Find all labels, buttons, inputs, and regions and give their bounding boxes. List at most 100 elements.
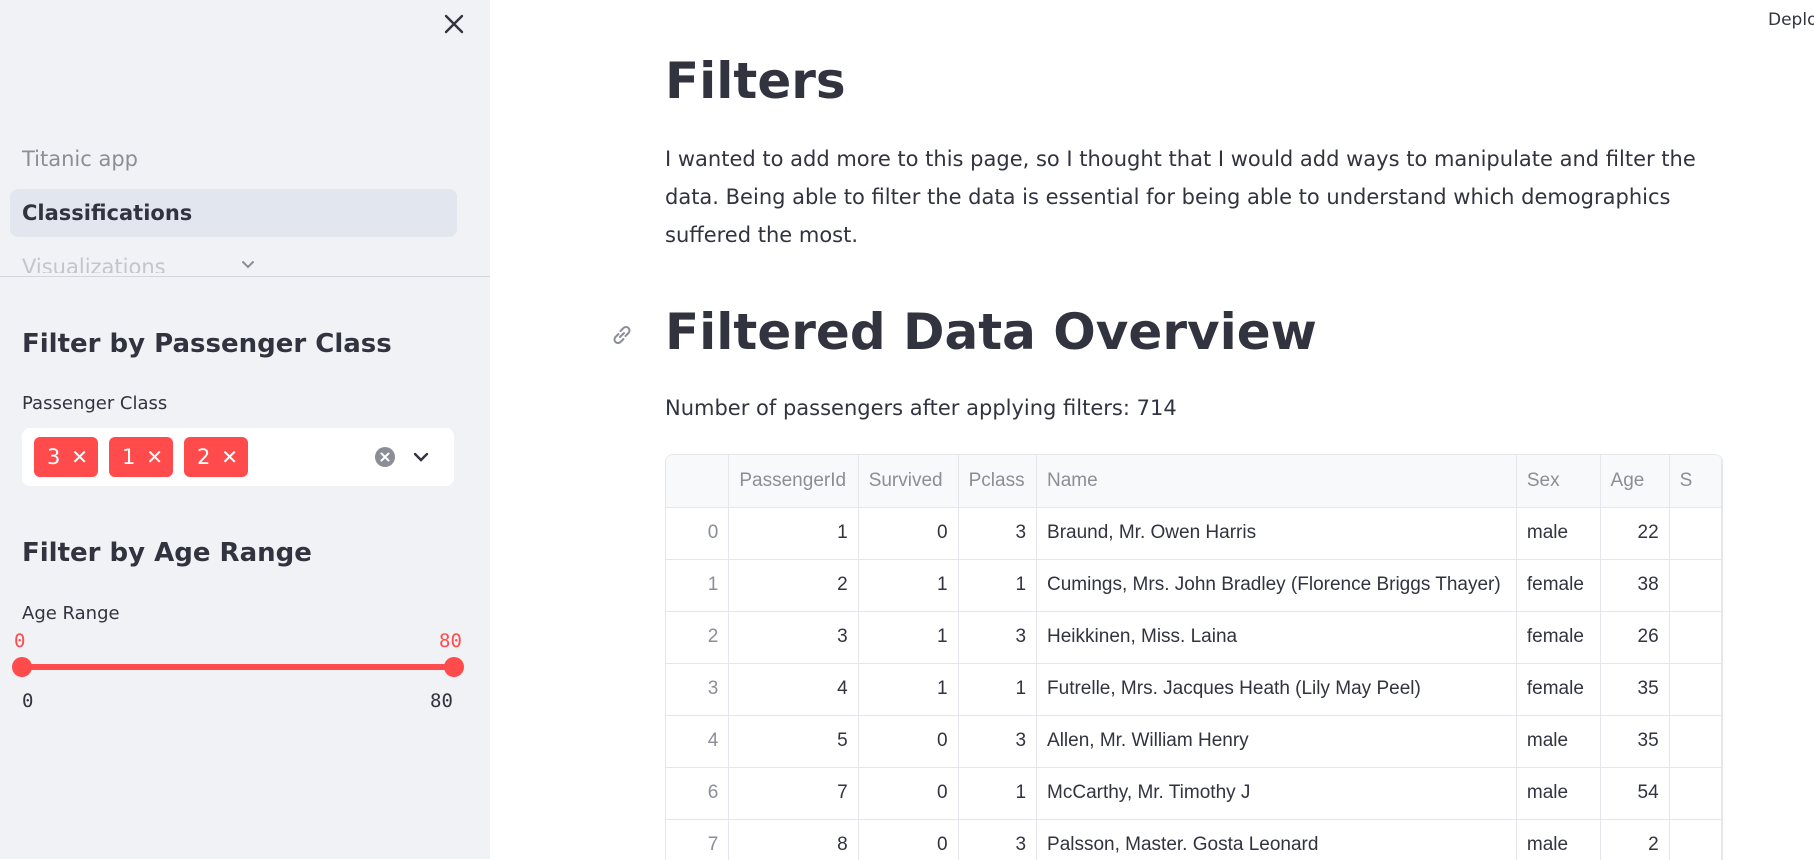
cell-sex[interactable]: male bbox=[1516, 767, 1601, 820]
cell-age[interactable]: 35 bbox=[1600, 715, 1670, 768]
cell-pclass[interactable]: 1 bbox=[958, 767, 1038, 820]
cell-name[interactable]: Palsson, Master. Gosta Leonard bbox=[1036, 819, 1517, 860]
passenger-class-multiselect[interactable]: 3 ✕ 1 ✕ 2 ✕ bbox=[22, 428, 454, 486]
row-index: 2 bbox=[666, 611, 730, 664]
cell-sex[interactable]: male bbox=[1516, 715, 1601, 768]
clear-all-icon[interactable] bbox=[374, 446, 396, 468]
table-row: 6 7 0 1 McCarthy, Mr. Timothy J male 54 bbox=[666, 767, 1722, 820]
cell-name[interactable]: McCarthy, Mr. Timothy J bbox=[1036, 767, 1517, 820]
cell-age[interactable]: 2 bbox=[1600, 819, 1670, 860]
cell-age[interactable]: 26 bbox=[1600, 611, 1670, 664]
class-filter-heading: Filter by Passenger Class bbox=[22, 329, 392, 359]
cell-truncated[interactable] bbox=[1669, 663, 1722, 716]
age-filter-heading: Filter by Age Range bbox=[22, 538, 312, 568]
chip-label: 3 bbox=[47, 445, 61, 469]
cell-survived[interactable]: 1 bbox=[858, 663, 959, 716]
column-header[interactable]: Sex bbox=[1516, 455, 1601, 508]
nav-item-titanic-app[interactable]: Titanic app bbox=[10, 135, 457, 183]
cell-passengerid[interactable]: 4 bbox=[728, 663, 859, 716]
cell-age[interactable]: 38 bbox=[1600, 559, 1670, 612]
cell-passengerid[interactable]: 8 bbox=[728, 819, 859, 860]
cell-passengerid[interactable]: 5 bbox=[728, 715, 859, 768]
column-header[interactable]: Survived bbox=[858, 455, 959, 508]
table-row: 2 3 1 3 Heikkinen, Miss. Laina female 26 bbox=[666, 611, 1722, 664]
age-slider-low-thumb[interactable] bbox=[12, 657, 32, 677]
cell-age[interactable]: 54 bbox=[1600, 767, 1670, 820]
close-icon bbox=[444, 14, 464, 34]
cell-truncated[interactable] bbox=[1669, 507, 1722, 560]
cell-pclass[interactable]: 3 bbox=[958, 715, 1038, 768]
column-header[interactable]: Age bbox=[1600, 455, 1670, 508]
column-header[interactable]: Pclass bbox=[958, 455, 1038, 508]
row-index: 3 bbox=[666, 663, 730, 716]
cell-pclass[interactable]: 3 bbox=[958, 819, 1038, 860]
intro-paragraph: I wanted to add more to this page, so I … bbox=[665, 147, 1696, 247]
row-index: 1 bbox=[666, 559, 730, 612]
cell-pclass[interactable]: 1 bbox=[958, 663, 1038, 716]
age-slider-high-thumb[interactable] bbox=[444, 657, 464, 677]
column-header[interactable]: PassengerId bbox=[728, 455, 859, 508]
cell-sex[interactable]: female bbox=[1516, 663, 1601, 716]
cell-passengerid[interactable]: 7 bbox=[728, 767, 859, 820]
nav-item-label: Classifications bbox=[22, 201, 193, 225]
remove-chip-icon[interactable]: ✕ bbox=[221, 437, 238, 477]
nav-item-classifications[interactable]: Classifications bbox=[10, 189, 457, 237]
chip-label: 1 bbox=[122, 445, 136, 469]
cell-survived[interactable]: 0 bbox=[858, 767, 959, 820]
cell-truncated[interactable] bbox=[1669, 767, 1722, 820]
deploy-button[interactable]: Deploy bbox=[1768, 10, 1814, 30]
class-chip[interactable]: 3 ✕ bbox=[34, 437, 98, 477]
cell-name[interactable]: Heikkinen, Miss. Laina bbox=[1036, 611, 1517, 664]
cell-survived[interactable]: 0 bbox=[858, 819, 959, 860]
cell-name[interactable]: Futrelle, Mrs. Jacques Heath (Lily May P… bbox=[1036, 663, 1517, 716]
cell-pclass[interactable]: 3 bbox=[958, 611, 1038, 664]
slider-low-value: 0 bbox=[14, 630, 26, 652]
class-chip[interactable]: 2 ✕ bbox=[184, 437, 248, 477]
class-chip[interactable]: 1 ✕ bbox=[109, 437, 173, 477]
cell-survived[interactable]: 1 bbox=[858, 559, 959, 612]
data-table[interactable]: PassengerId Survived Pclass Name Sex Age… bbox=[665, 454, 1723, 860]
cell-survived[interactable]: 0 bbox=[858, 715, 959, 768]
table-row: 7 8 0 3 Palsson, Master. Gosta Leonard m… bbox=[666, 819, 1722, 860]
cell-truncated[interactable] bbox=[1669, 819, 1722, 860]
close-sidebar-button[interactable] bbox=[440, 10, 468, 38]
cell-passengerid[interactable]: 2 bbox=[728, 559, 859, 612]
passenger-count-text: Number of passengers after applying filt… bbox=[665, 396, 1177, 420]
sidebar: Titanic app Classifications Visualizatio… bbox=[0, 0, 490, 859]
cell-truncated[interactable] bbox=[1669, 559, 1722, 612]
cell-pclass[interactable]: 1 bbox=[958, 559, 1038, 612]
age-slider-track[interactable] bbox=[22, 664, 454, 670]
cell-survived[interactable]: 1 bbox=[858, 611, 959, 664]
nav-item-visualizations[interactable]: Visualizations bbox=[10, 243, 457, 273]
cell-name[interactable]: Cumings, Mrs. John Bradley (Florence Bri… bbox=[1036, 559, 1517, 612]
cell-truncated[interactable] bbox=[1669, 611, 1722, 664]
column-header[interactable] bbox=[666, 455, 730, 508]
cell-passengerid[interactable]: 1 bbox=[728, 507, 859, 560]
table-row: 0 1 0 3 Braund, Mr. Owen Harris male 22 bbox=[666, 507, 1722, 560]
chip-label: 2 bbox=[197, 445, 211, 469]
cell-name[interactable]: Allen, Mr. William Henry bbox=[1036, 715, 1517, 768]
link-icon[interactable] bbox=[608, 321, 636, 349]
remove-chip-icon[interactable]: ✕ bbox=[146, 437, 163, 477]
cell-sex[interactable]: male bbox=[1516, 507, 1601, 560]
chevron-down-icon[interactable] bbox=[410, 446, 432, 468]
column-header[interactable]: Name bbox=[1036, 455, 1517, 508]
cell-sex[interactable]: male bbox=[1516, 819, 1601, 860]
table-row: 3 4 1 1 Futrelle, Mrs. Jacques Heath (Li… bbox=[666, 663, 1722, 716]
cell-pclass[interactable]: 3 bbox=[958, 507, 1038, 560]
cell-name[interactable]: Braund, Mr. Owen Harris bbox=[1036, 507, 1517, 560]
slider-min-label: 0 bbox=[22, 690, 34, 712]
cell-age[interactable]: 35 bbox=[1600, 663, 1670, 716]
nav-item-label: Titanic app bbox=[22, 147, 139, 171]
cell-passengerid[interactable]: 3 bbox=[728, 611, 859, 664]
table-row: 4 5 0 3 Allen, Mr. William Henry male 35 bbox=[666, 715, 1722, 768]
slider-high-value: 80 bbox=[439, 630, 462, 652]
cell-truncated[interactable] bbox=[1669, 715, 1722, 768]
cell-sex[interactable]: female bbox=[1516, 611, 1601, 664]
remove-chip-icon[interactable]: ✕ bbox=[71, 437, 88, 477]
cell-age[interactable]: 22 bbox=[1600, 507, 1670, 560]
column-header[interactable]: S bbox=[1669, 455, 1722, 508]
cell-sex[interactable]: female bbox=[1516, 559, 1601, 612]
row-index: 4 bbox=[666, 715, 730, 768]
cell-survived[interactable]: 0 bbox=[858, 507, 959, 560]
